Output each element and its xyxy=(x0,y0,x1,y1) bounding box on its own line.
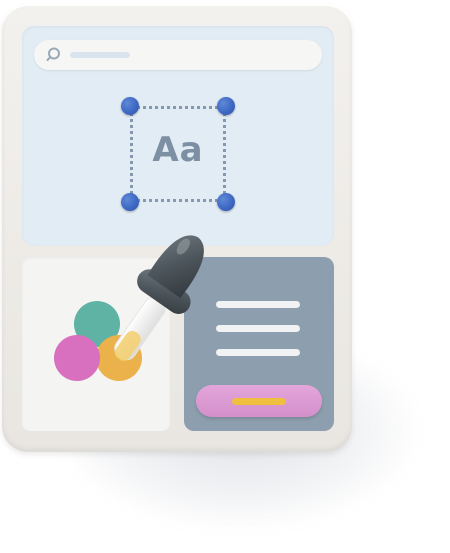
text-content-panel xyxy=(184,257,334,431)
search-placeholder-bar xyxy=(70,52,130,58)
text-line xyxy=(216,301,300,308)
color-swatch-pink[interactable] xyxy=(54,335,100,381)
resize-handle-bottom-right[interactable] xyxy=(217,193,235,211)
text-line xyxy=(216,349,300,356)
color-palette-panel xyxy=(22,257,170,431)
action-button-label-bar xyxy=(232,398,286,405)
action-button[interactable] xyxy=(196,385,322,417)
resize-handle-top-right[interactable] xyxy=(217,97,235,115)
search-bar[interactable] xyxy=(34,40,322,70)
resize-handle-bottom-left[interactable] xyxy=(121,193,139,211)
text-sample-label: Aa xyxy=(152,130,204,170)
illustration: Aa xyxy=(0,0,450,553)
search-icon xyxy=(46,47,60,61)
tablet-frame: Aa xyxy=(2,4,352,452)
text-editor-panel: Aa xyxy=(22,26,334,246)
color-swatch-yellow[interactable] xyxy=(96,335,142,381)
text-line xyxy=(216,325,300,332)
resize-handle-top-left[interactable] xyxy=(121,97,139,115)
